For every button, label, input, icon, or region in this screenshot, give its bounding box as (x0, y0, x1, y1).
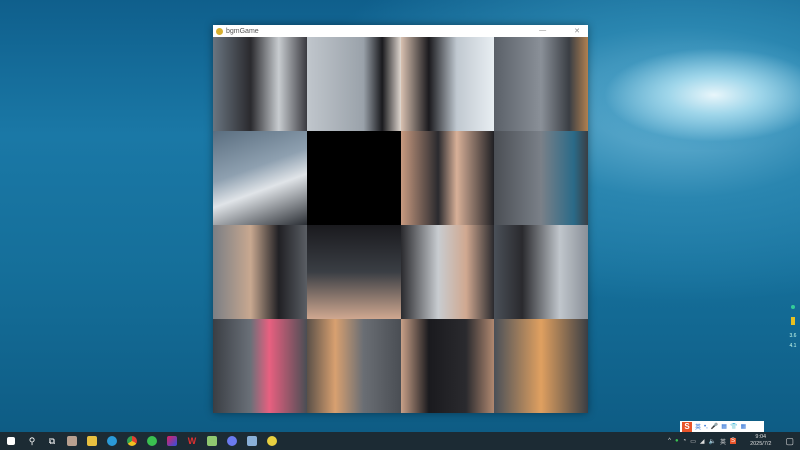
sogou-tray-icon[interactable]: S (730, 438, 736, 444)
search-icon[interactable]: ⚲ (22, 432, 42, 450)
puzzle-tile[interactable] (494, 37, 588, 131)
network-icon[interactable]: ◔ (683, 438, 687, 444)
punctuation-icon[interactable]: •, (704, 424, 708, 430)
system-tray: ^ ● ◔ ▭ ◢ 🔈 英 S 9:04 2025/7/2 ▢ (668, 432, 800, 450)
puzzle-tile[interactable] (494, 131, 588, 225)
wechat-tray-icon[interactable]: ● (675, 438, 679, 444)
puzzle-tile[interactable] (494, 319, 588, 413)
puzzle-tile[interactable] (401, 131, 495, 225)
ime-mode[interactable]: 英 (695, 422, 701, 431)
download-speed: 4.1 (786, 343, 800, 349)
puzzle-board (213, 37, 588, 413)
taskbar: ⚲ ⧉ W ^ ● ◔ ▭ ◢ 🔈 英 S 9:04 2025/7/2 ▢ (0, 432, 800, 450)
wifi-icon[interactable]: ◢ (700, 438, 705, 445)
document-app-icon[interactable] (242, 432, 262, 450)
ime-toolbar[interactable]: S 英 •, 🎤 ▦ 👕 ▦ (680, 421, 764, 432)
app-icon (216, 28, 223, 35)
sogou-logo[interactable]: S (682, 422, 692, 432)
chrome-icon[interactable] (122, 432, 142, 450)
edge-icon[interactable] (102, 432, 122, 450)
window-title: bgmGame (226, 28, 259, 35)
puzzle-tile[interactable] (213, 319, 307, 413)
start-button[interactable] (0, 432, 22, 450)
notification-icon[interactable]: ▢ (785, 436, 794, 447)
skin-icon[interactable]: 👕 (730, 423, 737, 430)
puzzle-tile[interactable] (401, 319, 495, 413)
puzzle-tile[interactable] (494, 225, 588, 319)
keyboard-icon[interactable]: ▦ (721, 423, 727, 430)
photo-app-icon[interactable] (62, 432, 82, 450)
puzzle-tile[interactable] (213, 37, 307, 131)
desktop-wallpaper-wave (585, 40, 800, 150)
circle-app-icon[interactable] (222, 432, 242, 450)
puzzle-tile[interactable] (307, 225, 401, 319)
wps-icon[interactable]: W (182, 432, 202, 450)
puzzle-tile[interactable] (213, 131, 307, 225)
puzzle-tile[interactable] (307, 37, 401, 131)
close-button[interactable]: ✕ (574, 27, 580, 35)
puzzle-tile[interactable] (401, 225, 495, 319)
battery-icon (791, 317, 795, 325)
puzzle-tile[interactable] (307, 319, 401, 413)
input-language[interactable]: 英 (720, 437, 726, 446)
time: 9:04 (750, 434, 771, 441)
game-window: bgmGame — ✕ (213, 25, 588, 413)
network-speed-widget: 3.6 4.1 (786, 303, 800, 359)
date: 2025/7/2 (750, 441, 771, 448)
show-hidden-icons[interactable]: ^ (668, 438, 671, 444)
status-dot (791, 305, 795, 309)
puzzle-tile[interactable] (213, 225, 307, 319)
minimize-button[interactable]: — (539, 27, 546, 35)
empty-tile[interactable] (307, 131, 401, 225)
file-explorer-icon[interactable] (82, 432, 102, 450)
volume-icon[interactable]: 🔈 (709, 438, 716, 445)
notepad-icon[interactable] (202, 432, 222, 450)
puzzle-tile[interactable] (401, 37, 495, 131)
task-view-icon[interactable]: ⧉ (42, 432, 62, 450)
clock[interactable]: 9:04 2025/7/2 (750, 434, 771, 448)
battery-tray-icon[interactable]: ▭ (690, 438, 696, 445)
title-bar[interactable]: bgmGame — ✕ (213, 25, 588, 37)
jetbrains-icon[interactable] (162, 432, 182, 450)
wechat-icon[interactable] (142, 432, 162, 450)
toolbox-icon[interactable]: ▦ (740, 423, 746, 430)
python-icon[interactable] (262, 432, 282, 450)
microphone-icon[interactable]: 🎤 (711, 423, 718, 430)
